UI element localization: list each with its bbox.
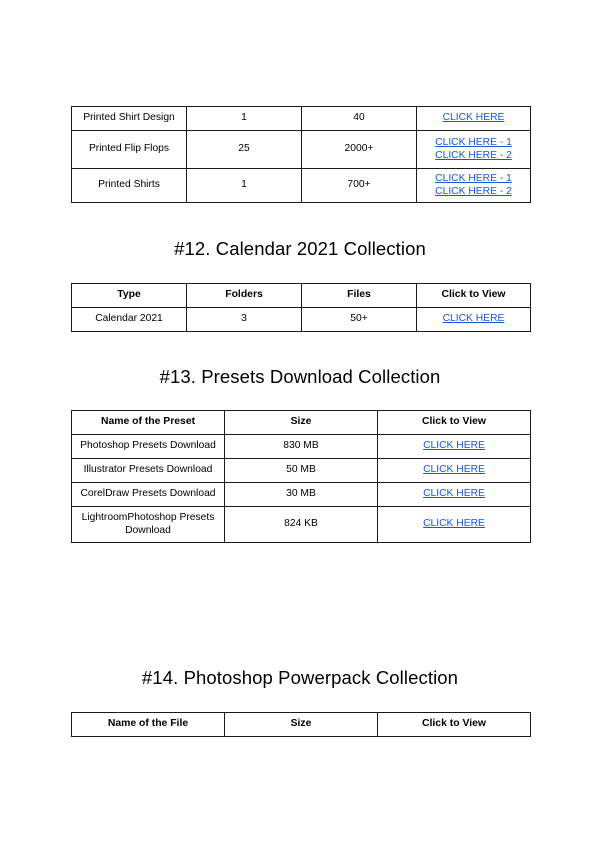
table-row: Printed Flip Flops 25 2000+ CLICK HERE -…	[71, 130, 531, 169]
table-row: Calendar 2021 3 50+ CLICK HERE	[71, 307, 531, 332]
table-row: Printed Shirt Design 1 40 CLICK HERE	[71, 106, 531, 131]
cell-size: 30 MB	[224, 482, 378, 507]
table-header-row: Name of the Preset Size Click to View	[71, 410, 531, 435]
click-here-link[interactable]: CLICK HERE	[382, 488, 526, 500]
calendar-collection-table: Type Folders Files Click to View Calenda…	[71, 283, 531, 332]
table-row: CorelDraw Presets Download 30 MB CLICK H…	[71, 482, 531, 507]
cell-link: CLICK HERE	[416, 307, 531, 332]
table-row: Illustrator Presets Download 50 MB CLICK…	[71, 458, 531, 483]
click-here-link-1[interactable]: CLICK HERE - 1	[421, 137, 526, 149]
click-here-link[interactable]: CLICK HERE	[382, 464, 526, 476]
table-row: Photoshop Presets Download 830 MB CLICK …	[71, 434, 531, 459]
cell-files: 50+	[301, 307, 417, 332]
click-here-link-2[interactable]: CLICK HERE - 2	[421, 150, 526, 162]
cell-link: CLICK HERE	[377, 506, 531, 543]
table-header-row: Type Folders Files Click to View	[71, 283, 531, 308]
cell-folders: 25	[186, 130, 302, 169]
cell-link: CLICK HERE	[377, 482, 531, 507]
table-row: Printed Shirts 1 700+ CLICK HERE - 1 CLI…	[71, 168, 531, 203]
cell-links: CLICK HERE - 1 CLICK HERE - 2	[416, 168, 531, 203]
click-here-link-2[interactable]: CLICK HERE - 2	[421, 186, 526, 198]
document-page: Printed Shirt Design 1 40 CLICK HERE Pri…	[0, 0, 600, 848]
click-here-link-1[interactable]: CLICK HERE - 1	[421, 173, 526, 185]
click-here-link[interactable]: CLICK HERE	[382, 440, 526, 452]
cell-product-name: Printed Shirts	[71, 168, 187, 203]
column-header-click-to-view: Click to View	[377, 410, 531, 435]
section-heading-presets: #13. Presets Download Collection	[159, 366, 441, 387]
section-heading-powerpack: #14. Photoshop Powerpack Collection	[141, 667, 459, 688]
column-header-files: Files	[301, 283, 417, 308]
presets-download-table: Name of the Preset Size Click to View Ph…	[71, 410, 531, 543]
cell-preset-name: Illustrator Presets Download	[71, 458, 225, 483]
cell-files: 700+	[301, 168, 417, 203]
column-header-file-name: Name of the File	[71, 712, 225, 737]
cell-folders: 1	[186, 168, 302, 203]
table-header-row: Name of the File Size Click to View	[71, 712, 531, 737]
table-row: LightroomPhotoshop Presets Download 824 …	[71, 506, 531, 543]
cell-files: 2000+	[301, 130, 417, 169]
cell-links: CLICK HERE	[416, 106, 531, 131]
column-header-preset-name: Name of the Preset	[71, 410, 225, 435]
column-header-folders: Folders	[186, 283, 302, 308]
column-header-type: Type	[71, 283, 187, 308]
cell-preset-name: Photoshop Presets Download	[71, 434, 225, 459]
cell-link: CLICK HERE	[377, 434, 531, 459]
printed-products-table: Printed Shirt Design 1 40 CLICK HERE Pri…	[71, 106, 531, 203]
click-here-link[interactable]: CLICK HERE	[421, 112, 526, 124]
cell-link: CLICK HERE	[377, 458, 531, 483]
cell-size: 830 MB	[224, 434, 378, 459]
cell-product-name: Printed Flip Flops	[71, 130, 187, 169]
column-header-size: Size	[224, 712, 378, 737]
click-here-link[interactable]: CLICK HERE	[421, 313, 526, 325]
cell-product-name: Printed Shirt Design	[71, 106, 187, 131]
cell-links: CLICK HERE - 1 CLICK HERE - 2	[416, 130, 531, 169]
column-header-size: Size	[224, 410, 378, 435]
click-here-link[interactable]: CLICK HERE	[382, 518, 526, 530]
cell-type: Calendar 2021	[71, 307, 187, 332]
cell-size: 50 MB	[224, 458, 378, 483]
section-heading-calendar: #12. Calendar 2021 Collection	[174, 238, 426, 259]
cell-folders: 1	[186, 106, 302, 131]
cell-files: 40	[301, 106, 417, 131]
cell-size: 824 KB	[224, 506, 378, 543]
cell-preset-name: LightroomPhotoshop Presets Download	[71, 506, 225, 543]
photoshop-powerpack-table: Name of the File Size Click to View	[71, 712, 531, 737]
cell-preset-name: CorelDraw Presets Download	[71, 482, 225, 507]
cell-folders: 3	[186, 307, 302, 332]
column-header-click-to-view: Click to View	[377, 712, 531, 737]
column-header-click-to-view: Click to View	[416, 283, 531, 308]
